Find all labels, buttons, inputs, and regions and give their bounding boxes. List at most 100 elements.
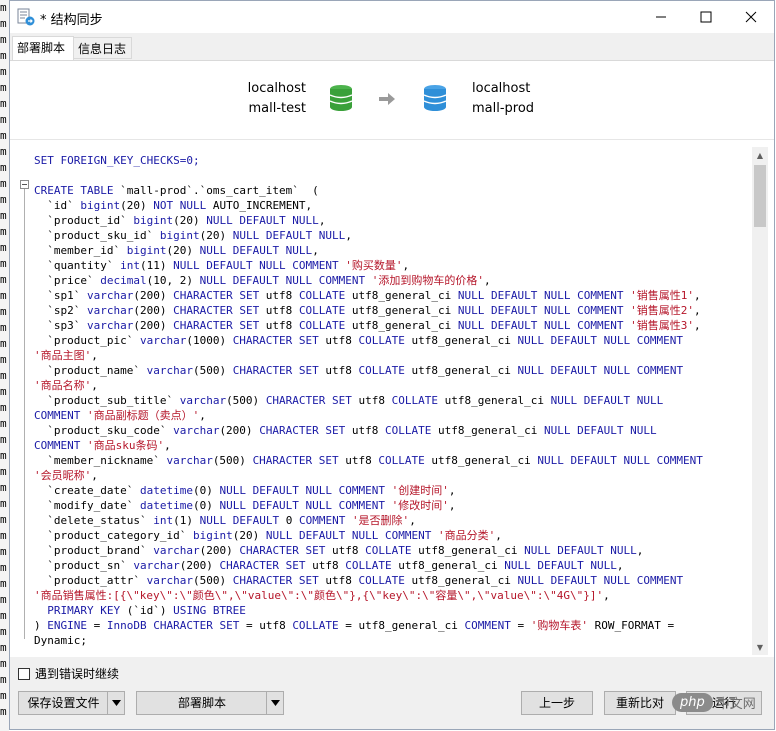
sql-keyword: NULL DEFAULT	[199, 514, 280, 527]
strip-char: m	[0, 353, 7, 366]
sql-text: (20)	[232, 529, 266, 542]
code-line: `id` bigint(20) NOT NULL AUTO_INCREMENT,	[34, 198, 312, 213]
save-settings-dropdown[interactable]	[107, 692, 124, 714]
code-line: `delete_status` int(1) NULL DEFAULT 0 CO…	[34, 513, 416, 528]
strip-char: m	[0, 417, 7, 430]
sql-keyword: COLLATE	[358, 574, 405, 587]
close-button[interactable]	[728, 1, 774, 33]
code-fold-toggle[interactable]	[20, 180, 29, 189]
dropdown-arrow-icon	[111, 700, 121, 706]
sql-text: (200)	[133, 289, 174, 302]
sql-text: (10, 2)	[146, 274, 200, 287]
strip-char: m	[0, 49, 7, 62]
strip-char: m	[0, 1, 7, 14]
sql-keyword: NULL DEFAULT NULL	[524, 544, 637, 557]
source-database: mall-test	[248, 101, 306, 116]
recompare-button[interactable]: 重新比对	[604, 691, 676, 715]
scroll-up-icon[interactable]: ▲	[755, 150, 765, 160]
sql-keyword: varchar	[153, 544, 200, 557]
sql-keyword: CHARACTER SET	[173, 304, 260, 317]
code-line: `product_brand` varchar(200) CHARACTER S…	[34, 543, 643, 558]
sql-keyword: varchar	[166, 454, 213, 467]
strip-char: m	[0, 497, 7, 510]
maximize-button[interactable]	[683, 1, 729, 33]
sql-keyword: CHARACTER SET	[173, 289, 260, 302]
code-line: `create_date` datetime(0) NULL DEFAULT N…	[34, 483, 455, 498]
sql-keyword: varchar	[86, 304, 134, 317]
sql-text: `member_nickname`	[34, 454, 167, 467]
dropdown-arrow-icon	[270, 700, 280, 706]
sql-text: `product_pic`	[34, 334, 140, 347]
sql-text: (200)	[133, 304, 174, 317]
tab-info-log[interactable]: 信息日志	[74, 37, 132, 59]
strip-char: m	[0, 81, 7, 94]
sql-keyword: CHARACTER SET	[232, 364, 319, 377]
minimize-button[interactable]	[638, 1, 684, 33]
sql-text: `product_category_id`	[34, 529, 193, 542]
sql-keyword: ENGINE	[47, 619, 87, 632]
sql-string: '商品名称'	[34, 379, 92, 392]
strip-char: m	[0, 33, 7, 46]
deploy-script-dropdown[interactable]	[266, 692, 283, 714]
continue-on-error-label: 遇到错误时继续	[35, 667, 120, 681]
tab-bar: 部署脚本 信息日志	[10, 35, 774, 61]
sql-keyword: NULL DEFAULT NULL	[550, 394, 664, 407]
editor-scrollbar[interactable]: ▲ ▼	[752, 147, 768, 655]
sql-text: utf8	[318, 574, 359, 587]
sql-keyword: USING BTREE	[173, 604, 246, 617]
sql-keyword: NULL DEFAULT NULL	[206, 214, 319, 227]
scrollbar-thumb[interactable]	[754, 165, 766, 227]
code-line: `product_sku_code` varchar(200) CHARACTE…	[34, 423, 656, 438]
sql-keyword: COLLATE	[345, 559, 392, 572]
save-settings-button[interactable]: 保存设置文件	[18, 691, 125, 715]
watermark-badge: php	[672, 692, 713, 712]
strip-char: m	[0, 449, 7, 462]
continue-on-error-option[interactable]: 遇到错误时继续	[18, 665, 119, 682]
deploy-script-button[interactable]: 部署脚本	[136, 691, 284, 715]
sql-text: (200)	[133, 319, 174, 332]
code-line: `sp2` varchar(200) CHARACTER SET utf8 CO…	[34, 303, 700, 318]
sql-keyword: varchar	[133, 559, 180, 572]
sql-text: utf8	[318, 334, 359, 347]
sql-text: utf8	[345, 424, 386, 437]
title-bar: * 结构同步	[10, 1, 774, 33]
scroll-down-icon[interactable]: ▼	[755, 642, 765, 652]
sql-text: utf8_general_ci	[431, 424, 544, 437]
sql-text: ,	[603, 589, 610, 602]
sql-text: AUTO_INCREMENT,	[206, 199, 313, 212]
sql-string: '销售属性2'	[630, 304, 694, 317]
sql-script-editor[interactable]: SET FOREIGN_KEY_CHECKS=0; CREATE TABLE `m…	[10, 147, 750, 655]
sql-keyword: COLLATE	[292, 619, 339, 632]
code-line: `product_category_id` bigint(20) NULL DE…	[34, 528, 502, 543]
sql-text: `modify_date`	[34, 499, 140, 512]
strip-char: m	[0, 401, 7, 414]
sql-text: utf8_general_ci	[345, 289, 458, 302]
sql-text: `sp2`	[34, 304, 87, 317]
sql-text: (0)	[192, 499, 220, 512]
tab-deploy-script[interactable]: 部署脚本	[12, 36, 74, 60]
sql-keyword: CHARACTER SET	[232, 574, 319, 587]
sql-keyword: NULL DEFAULT NULL COMMENT	[517, 574, 684, 587]
sql-text: (20)	[166, 244, 200, 257]
sql-keyword: COLLATE	[365, 544, 412, 557]
sql-text: `delete_status`	[34, 514, 154, 527]
sql-string: '是否删除'	[351, 514, 410, 527]
source-connection: localhost mall-test	[230, 79, 306, 119]
code-line: '会员昵称',	[34, 468, 98, 483]
sql-text: ,	[91, 379, 98, 392]
sql-text: utf8_general_ci	[438, 394, 551, 407]
previous-step-button[interactable]: 上一步	[521, 691, 593, 715]
sql-text: ,	[409, 514, 416, 527]
continue-on-error-checkbox[interactable]	[18, 667, 30, 680]
sql-keyword: datetime	[139, 484, 193, 497]
code-line: Dynamic;	[34, 633, 87, 648]
sql-keyword: CHARACTER SET	[173, 319, 260, 332]
sql-keyword: COMMENT	[464, 619, 511, 632]
sql-keyword: PRIMARY KEY	[34, 604, 121, 617]
code-line: ) ENGINE = InnoDB CHARACTER SET = utf8 C…	[34, 618, 674, 633]
sql-text: utf8_general_ci	[424, 454, 538, 467]
